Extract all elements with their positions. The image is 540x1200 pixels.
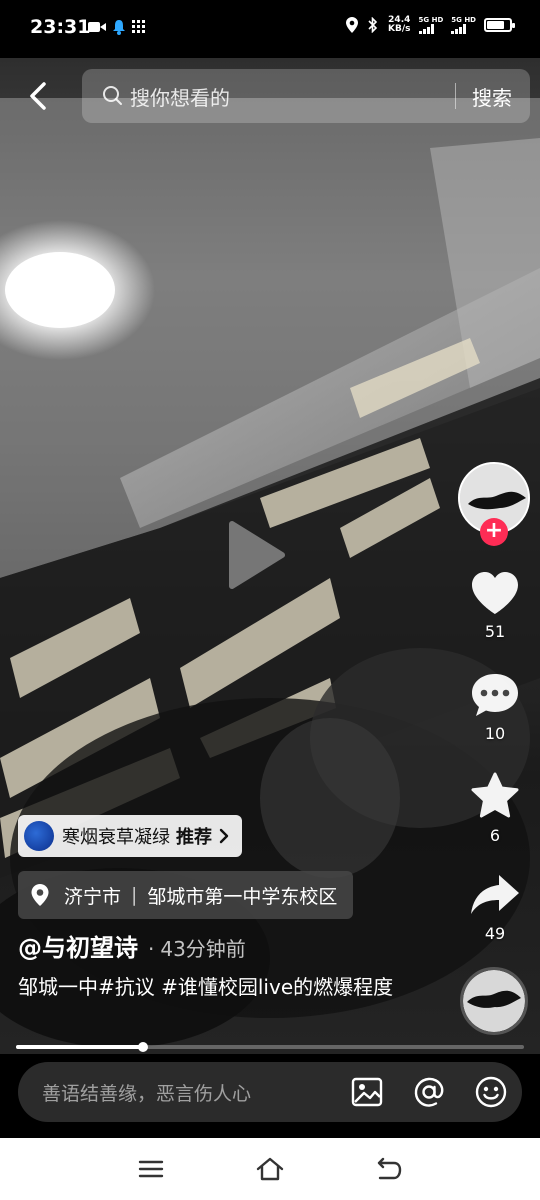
share-icon [471, 875, 519, 914]
location-tag[interactable]: 济宁市 | 邹城市第一中学东校区 [18, 871, 354, 919]
status-left-icons [88, 19, 146, 35]
comment-button[interactable]: 10 [455, 672, 535, 743]
play-icon[interactable] [226, 520, 286, 590]
search-icon [103, 86, 122, 105]
progress-thumb[interactable] [138, 1042, 148, 1052]
signal-icon [451, 24, 467, 34]
notification-bell-icon [113, 20, 125, 35]
bluetooth-icon [368, 17, 378, 33]
follow-button[interactable]: + [480, 518, 508, 546]
sim1-signal: 5G HD [418, 16, 444, 34]
status-bar: 23:31 24.4 KB/s 5G HD 5G HD [0, 0, 540, 58]
comment-area: 善语结善缘，恶言伤人心 [0, 1054, 540, 1138]
status-right: 24.4 KB/s 5G HD 5G HD [346, 16, 515, 34]
sim2-label: 5G HD [451, 16, 476, 24]
post-time-separator: · [148, 937, 155, 961]
video-icon [88, 22, 106, 32]
progress-bar[interactable] [16, 1042, 524, 1052]
heart-icon [472, 572, 518, 614]
mention-icon[interactable] [412, 1075, 446, 1109]
recommend-tag[interactable]: 寒烟衰草凝绿 推荐 [18, 815, 242, 857]
back-nav-icon[interactable] [374, 1154, 404, 1184]
location-icon [346, 17, 359, 33]
status-time: 23:31 [30, 16, 91, 38]
share-button[interactable]: 49 [455, 872, 535, 943]
video-caption[interactable]: 邹城一中#抗议 #谁懂校园live的燃爆程度 [18, 972, 418, 1002]
battery-icon [484, 18, 515, 32]
sim1-label: 5G HD [418, 16, 444, 24]
grid-icon [132, 20, 145, 33]
location-pin-icon [31, 884, 49, 906]
star-icon [471, 772, 519, 818]
favorite-count: 6 [489, 826, 501, 845]
battery-level [487, 21, 505, 29]
comment-input[interactable]: 善语结善缘，恶言伤人心 [18, 1062, 522, 1122]
recommender-avatar [24, 821, 54, 851]
author-row: @与初望诗 · 43分钟前 [18, 928, 246, 963]
search-button[interactable]: 搜索 [472, 82, 512, 111]
back-button[interactable] [20, 76, 60, 116]
net-speed: 24.4 KB/s [388, 16, 410, 34]
search-input[interactable]: 搜你想看的 [130, 82, 455, 111]
post-time: 43分钟前 [160, 937, 246, 961]
home-icon[interactable] [255, 1154, 285, 1184]
like-button[interactable]: 51 [455, 570, 535, 641]
music-disc-image [463, 970, 525, 1032]
comment-icon [472, 674, 518, 716]
like-count: 51 [484, 622, 506, 641]
net-speed-unit: KB/s [388, 24, 411, 34]
comment-placeholder: 善语结善缘，恶言伤人心 [42, 1082, 252, 1105]
emoji-icon[interactable] [474, 1075, 508, 1109]
recommend-label: 推荐 [176, 827, 212, 848]
chevron-right-icon [219, 828, 229, 844]
author-name[interactable]: @与初望诗 [18, 928, 138, 963]
share-count: 49 [484, 924, 506, 943]
location-place: 邹城市第一中学东校区 [147, 885, 338, 908]
sim2-signal: 5G HD [451, 16, 476, 34]
progress-fill [16, 1045, 143, 1049]
comment-count: 10 [484, 724, 506, 743]
search-bar[interactable]: 搜你想看的 搜索 [82, 69, 530, 123]
recommender-name: 寒烟衰草凝绿 [62, 827, 170, 848]
music-disc[interactable] [460, 967, 528, 1035]
location-city: 济宁市 [64, 885, 122, 908]
system-nav-bar [0, 1138, 540, 1200]
signal-icon [418, 24, 434, 34]
image-icon[interactable] [350, 1075, 384, 1109]
search-divider [455, 83, 456, 109]
menu-icon[interactable] [136, 1154, 166, 1184]
favorite-button[interactable]: 6 [455, 772, 535, 845]
location-separator: | [131, 884, 138, 906]
